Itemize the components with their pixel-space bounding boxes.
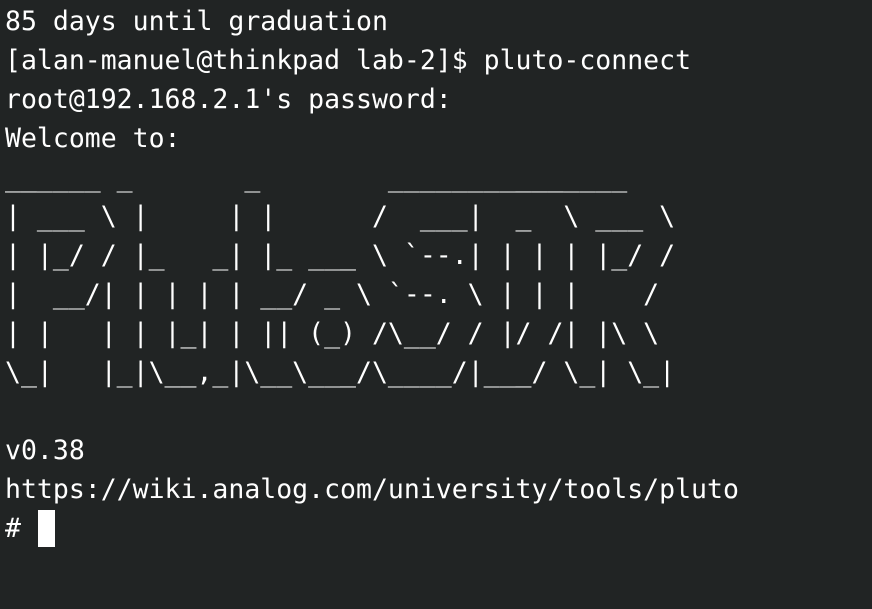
- terminal-line-version: v0.38: [5, 435, 85, 466]
- ascii-banner-line-4: | __/| | | | | __/ _ \ `--. \ | | | /: [5, 279, 660, 310]
- terminal-line-shell-command: [alan-manuel@thinkpad lab-2]$ pluto-conn…: [5, 45, 692, 76]
- ascii-banner-line-3: | |_/ / |_ _| |_ ___ \ `--.| | | | |_/ /: [5, 240, 676, 271]
- terminal-line-password-prompt: root@192.168.2.1's password:: [5, 84, 452, 115]
- root-prompt: #: [5, 513, 37, 544]
- terminal-input-line[interactable]: #: [5, 509, 872, 548]
- terminal-line-days-until-graduation: 85 days until graduation: [5, 6, 388, 37]
- terminal-window[interactable]: 85 days until graduation [alan-manuel@th…: [0, 0, 872, 609]
- text-cursor: [37, 510, 55, 547]
- terminal-line-url: https://wiki.analog.com/university/tools…: [5, 474, 739, 505]
- ascii-banner-line-2: | ___ \ | | | / ___| _ \ ___ \: [5, 201, 676, 232]
- ascii-banner-line-5: | | | | |_| | || (_) /\__/ / |/ /| |\ \: [5, 318, 660, 349]
- ascii-banner-line-6: \_| |_|\__,_|\__\___/\____/|___/ \_| \_|: [5, 357, 676, 388]
- ascii-banner-line-1: ______ _ _ _______________: [5, 162, 628, 193]
- terminal-line-welcome: Welcome to:: [5, 123, 181, 154]
